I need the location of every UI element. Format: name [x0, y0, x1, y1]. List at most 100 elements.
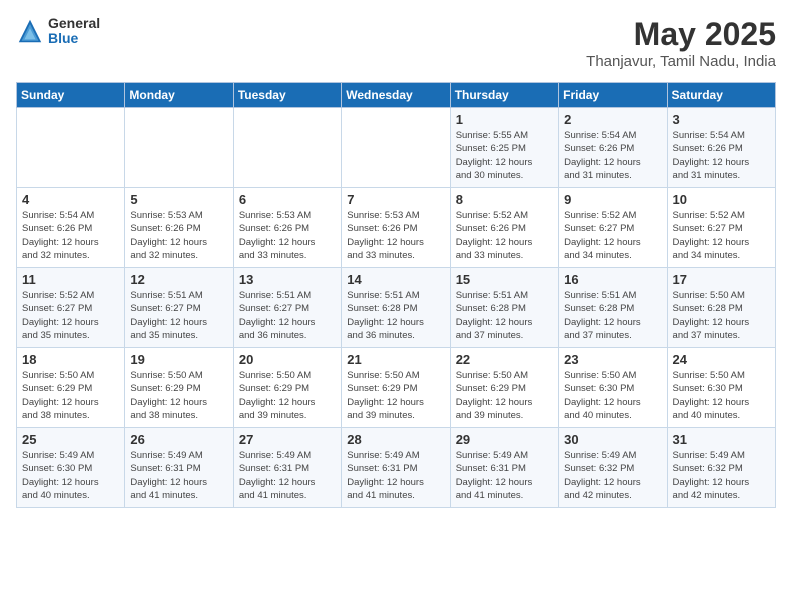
day-info: Sunrise: 5:50 AM Sunset: 6:30 PM Dayligh…: [564, 369, 661, 422]
day-info: Sunrise: 5:49 AM Sunset: 6:32 PM Dayligh…: [564, 449, 661, 502]
title-location: Thanjavur, Tamil Nadu, India: [586, 53, 776, 70]
day-info: Sunrise: 5:51 AM Sunset: 6:28 PM Dayligh…: [564, 289, 661, 342]
day-info: Sunrise: 5:51 AM Sunset: 6:28 PM Dayligh…: [347, 289, 444, 342]
day-number: 15: [456, 272, 553, 287]
day-number: 4: [22, 192, 119, 207]
calendar-week-3: 11Sunrise: 5:52 AM Sunset: 6:27 PM Dayli…: [17, 268, 776, 348]
day-number: 24: [673, 352, 770, 367]
day-number: 9: [564, 192, 661, 207]
title-block: May 2025 Thanjavur, Tamil Nadu, India: [586, 16, 776, 70]
day-info: Sunrise: 5:54 AM Sunset: 6:26 PM Dayligh…: [22, 209, 119, 262]
day-number: 6: [239, 192, 336, 207]
page-header: General Blue May 2025 Thanjavur, Tamil N…: [16, 16, 776, 70]
header-row: Sunday Monday Tuesday Wednesday Thursday…: [17, 83, 776, 108]
calendar-cell: 16Sunrise: 5:51 AM Sunset: 6:28 PM Dayli…: [559, 268, 667, 348]
logo-text: General Blue: [48, 16, 100, 47]
calendar-cell: [125, 108, 233, 188]
day-info: Sunrise: 5:52 AM Sunset: 6:27 PM Dayligh…: [564, 209, 661, 262]
day-info: Sunrise: 5:49 AM Sunset: 6:31 PM Dayligh…: [130, 449, 227, 502]
logo-blue: Blue: [48, 31, 100, 46]
calendar-cell: 5 Sunrise: 5:53 AM Sunset: 6:26 PM Daylig…: [125, 188, 233, 268]
calendar-cell: 12 Sunrise: 5:51 AM Sunset: 6:27 PM Dayli…: [125, 268, 233, 348]
day-info: Sunrise: 5:52 AM Sunset: 6:27 PM Dayligh…: [673, 209, 770, 262]
day-number: 11: [22, 272, 119, 287]
header-monday: Monday: [125, 83, 233, 108]
day-info: Sunrise: 5:54 AM Sunset: 6:26 PM Dayligh…: [564, 129, 661, 182]
day-number: 23: [564, 352, 661, 367]
calendar-cell: 17Sunrise: 5:50 AM Sunset: 6:28 PM Dayli…: [667, 268, 775, 348]
day-info: Sunrise: 5:50 AM Sunset: 6:30 PM Dayligh…: [673, 369, 770, 422]
day-info: Sunrise: 5:52 AM Sunset: 6:26 PM Dayligh…: [456, 209, 553, 262]
logo: General Blue: [16, 16, 100, 47]
calendar-week-4: 18 Sunrise: 5:50 AM Sunset: 6:29 PM Dayli…: [17, 348, 776, 428]
day-number: 22: [456, 352, 553, 367]
day-info: Sunrise: 5:54 AM Sunset: 6:26 PM Dayligh…: [673, 129, 770, 182]
calendar-cell: 8 Sunrise: 5:52 AM Sunset: 6:26 PM Daylig…: [450, 188, 558, 268]
day-number: 14: [347, 272, 444, 287]
calendar-cell: 18Sunrise: 5:50 AM Sunset: 6:29 PM Dayli…: [17, 348, 125, 428]
calendar-cell: 1Sunrise: 5:55 AM Sunset: 6:25 PM Daylig…: [450, 108, 558, 188]
day-info: Sunrise: 5:53 AM Sunset: 6:26 PM Dayligh…: [347, 209, 444, 262]
header-friday: Friday: [559, 83, 667, 108]
day-number: 13: [239, 272, 336, 287]
day-info: Sunrise: 5:50 AM Sunset: 6:28 PM Dayligh…: [673, 289, 770, 342]
logo-general: General: [48, 16, 100, 31]
calendar-week-5: 25Sunrise: 5:49 AM Sunset: 6:30 PM Dayli…: [17, 428, 776, 508]
day-number: 8: [456, 192, 553, 207]
calendar-cell: [17, 108, 125, 188]
day-info: Sunrise: 5:50 AM Sunset: 6:29 PM Dayligh…: [456, 369, 553, 422]
calendar-cell: 25Sunrise: 5:49 AM Sunset: 6:30 PM Dayli…: [17, 428, 125, 508]
day-number: 10: [673, 192, 770, 207]
calendar-cell: 11Sunrise: 5:52 AM Sunset: 6:27 PM Dayli…: [17, 268, 125, 348]
day-number: 7: [347, 192, 444, 207]
calendar-cell: 23 Sunrise: 5:50 AM Sunset: 6:30 PM Dayli…: [559, 348, 667, 428]
calendar-cell: 10 Sunrise: 5:52 AM Sunset: 6:27 PM Dayli…: [667, 188, 775, 268]
day-info: Sunrise: 5:51 AM Sunset: 6:27 PM Dayligh…: [130, 289, 227, 342]
day-info: Sunrise: 5:49 AM Sunset: 6:31 PM Dayligh…: [456, 449, 553, 502]
day-info: Sunrise: 5:50 AM Sunset: 6:29 PM Dayligh…: [130, 369, 227, 422]
day-info: Sunrise: 5:49 AM Sunset: 6:30 PM Dayligh…: [22, 449, 119, 502]
calendar-cell: 6Sunrise: 5:53 AM Sunset: 6:26 PM Daylig…: [233, 188, 341, 268]
calendar-cell: 21Sunrise: 5:50 AM Sunset: 6:29 PM Dayli…: [342, 348, 450, 428]
logo-icon: [16, 17, 44, 45]
header-wednesday: Wednesday: [342, 83, 450, 108]
day-info: Sunrise: 5:51 AM Sunset: 6:27 PM Dayligh…: [239, 289, 336, 342]
day-info: Sunrise: 5:51 AM Sunset: 6:28 PM Dayligh…: [456, 289, 553, 342]
day-info: Sunrise: 5:49 AM Sunset: 6:32 PM Dayligh…: [673, 449, 770, 502]
calendar-week-1: 1Sunrise: 5:55 AM Sunset: 6:25 PM Daylig…: [17, 108, 776, 188]
calendar-cell: 13 Sunrise: 5:51 AM Sunset: 6:27 PM Dayli…: [233, 268, 341, 348]
header-saturday: Saturday: [667, 83, 775, 108]
calendar-body: 1Sunrise: 5:55 AM Sunset: 6:25 PM Daylig…: [17, 108, 776, 508]
day-number: 12: [130, 272, 227, 287]
day-number: 21: [347, 352, 444, 367]
calendar-cell: 28Sunrise: 5:49 AM Sunset: 6:31 PM Dayli…: [342, 428, 450, 508]
title-month: May 2025: [586, 16, 776, 53]
day-number: 20: [239, 352, 336, 367]
calendar-cell: 24 Sunrise: 5:50 AM Sunset: 6:30 PM Dayli…: [667, 348, 775, 428]
calendar-cell: 15 Sunrise: 5:51 AM Sunset: 6:28 PM Dayli…: [450, 268, 558, 348]
day-info: Sunrise: 5:49 AM Sunset: 6:31 PM Dayligh…: [347, 449, 444, 502]
calendar-cell: 14 Sunrise: 5:51 AM Sunset: 6:28 PM Dayli…: [342, 268, 450, 348]
calendar-cell: 3 Sunrise: 5:54 AM Sunset: 6:26 PM Daylig…: [667, 108, 775, 188]
calendar-cell: 20 Sunrise: 5:50 AM Sunset: 6:29 PM Dayli…: [233, 348, 341, 428]
day-number: 31: [673, 432, 770, 447]
calendar-cell: 27Sunrise: 5:49 AM Sunset: 6:31 PM Dayli…: [233, 428, 341, 508]
header-sunday: Sunday: [17, 83, 125, 108]
day-number: 18: [22, 352, 119, 367]
calendar-cell: [233, 108, 341, 188]
day-number: 30: [564, 432, 661, 447]
day-number: 27: [239, 432, 336, 447]
day-info: Sunrise: 5:53 AM Sunset: 6:26 PM Dayligh…: [130, 209, 227, 262]
day-number: 2: [564, 112, 661, 127]
day-number: 5: [130, 192, 227, 207]
calendar-table: Sunday Monday Tuesday Wednesday Thursday…: [16, 82, 776, 508]
calendar-cell: 22 Sunrise: 5:50 AM Sunset: 6:29 PM Dayli…: [450, 348, 558, 428]
calendar-cell: 30 Sunrise: 5:49 AM Sunset: 6:32 PM Dayli…: [559, 428, 667, 508]
calendar-cell: 7 Sunrise: 5:53 AM Sunset: 6:26 PM Daylig…: [342, 188, 450, 268]
day-number: 26: [130, 432, 227, 447]
calendar-header: Sunday Monday Tuesday Wednesday Thursday…: [17, 83, 776, 108]
day-info: Sunrise: 5:50 AM Sunset: 6:29 PM Dayligh…: [239, 369, 336, 422]
day-number: 3: [673, 112, 770, 127]
calendar-cell: 4 Sunrise: 5:54 AM Sunset: 6:26 PM Daylig…: [17, 188, 125, 268]
header-thursday: Thursday: [450, 83, 558, 108]
